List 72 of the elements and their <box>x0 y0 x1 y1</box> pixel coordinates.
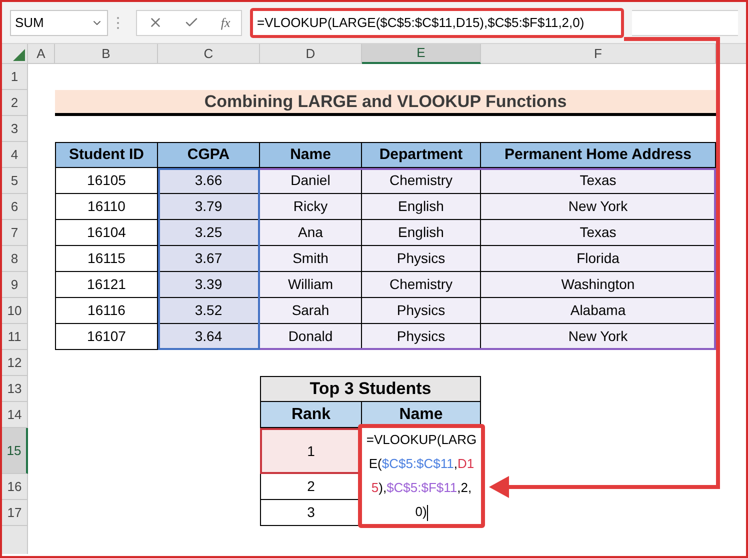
column-heading: Permanent Home Address <box>481 142 716 168</box>
table-cell: New York <box>481 194 716 220</box>
table-cell: 3.67 <box>158 246 260 272</box>
column-heading: Department <box>362 142 481 168</box>
name-box[interactable]: SUM <box>10 10 108 36</box>
table-cell: 16121 <box>55 272 158 298</box>
cell-formula: =VLOOKUP(LARGE($C$5:$C$11,D15),$C$5:$F$11,2,0) <box>366 431 477 523</box>
sheet-title: Combining LARGE and VLOOKUP Functions <box>55 90 716 116</box>
row-header[interactable]: 7 <box>2 220 28 246</box>
table-cell: Physics <box>362 324 481 350</box>
column-header[interactable]: D <box>260 44 362 64</box>
table-cell: Ricky <box>260 194 362 220</box>
table-cell: English <box>362 194 481 220</box>
formula-field[interactable]: =VLOOKUP(LARGE($C$5:$C$11,D15),$C$5:$F$11,2,0) <box>250 8 624 38</box>
row-header[interactable]: 17 <box>2 500 28 526</box>
column-header[interactable]: C <box>158 44 260 64</box>
table-cell: Ana <box>260 220 362 246</box>
table-cell: Donald <box>260 324 362 350</box>
row-header[interactable]: 12 <box>2 350 28 376</box>
row-header[interactable]: 15 <box>2 428 28 474</box>
table-cell: Washington <box>481 272 716 298</box>
editing-cell[interactable]: =VLOOKUP(LARGE($C$5:$C$11,D15),$C$5:$F$11,2,0) <box>358 424 485 528</box>
column-header[interactable]: F <box>481 44 716 64</box>
table-cell: 16110 <box>55 194 158 220</box>
row-header[interactable]: 16 <box>2 474 28 500</box>
table-cell: 3.52 <box>158 298 260 324</box>
row-header[interactable]: 9 <box>2 272 28 298</box>
row-header[interactable]: 13 <box>2 376 28 402</box>
row-header[interactable]: 1 <box>2 64 28 90</box>
row-header[interactable]: 2 <box>2 90 28 116</box>
table-cell: 16115 <box>55 246 158 272</box>
table-cell: Sarah <box>260 298 362 324</box>
table-cell: Texas <box>481 168 716 194</box>
table-cell: 16104 <box>55 220 158 246</box>
row-header[interactable]: 6 <box>2 194 28 220</box>
function-button[interactable]: fx <box>220 12 230 32</box>
row-header[interactable]: 10 <box>2 298 28 324</box>
table-cell: 16116 <box>55 298 158 324</box>
table-cell: English <box>362 220 481 246</box>
row-header[interactable]: 8 <box>2 246 28 272</box>
column-heading: Rank <box>260 402 362 428</box>
row-header[interactable]: 11 <box>2 324 28 350</box>
table-cell: Florida <box>481 246 716 272</box>
select-all-corner[interactable] <box>2 44 28 64</box>
column-header[interactable]: B <box>55 44 158 64</box>
grip-icon <box>116 16 120 30</box>
table-cell: Chemistry <box>362 272 481 298</box>
column-heading: CGPA <box>158 142 260 168</box>
column-heading: Name <box>260 142 362 168</box>
table-cell: Alabama <box>481 298 716 324</box>
table-cell: Physics <box>362 298 481 324</box>
table-cell: Physics <box>362 246 481 272</box>
table-cell: 16105 <box>55 168 158 194</box>
column-header[interactable]: A <box>28 44 55 64</box>
row-header[interactable]: 5 <box>2 168 28 194</box>
table-title: Top 3 Students <box>260 376 481 402</box>
table-cell: 3.39 <box>158 272 260 298</box>
row-header[interactable]: 3 <box>2 116 28 142</box>
table-cell: William <box>260 272 362 298</box>
column-heading: Student ID <box>55 142 158 168</box>
table-cell: 3.79 <box>158 194 260 220</box>
row-header[interactable]: 4 <box>2 142 28 168</box>
table-cell: 3.25 <box>158 220 260 246</box>
column-header[interactable]: E <box>362 44 481 64</box>
table-cell: Texas <box>481 220 716 246</box>
table-cell: New York <box>481 324 716 350</box>
table-cell: 16107 <box>55 324 158 350</box>
table-cell: Chemistry <box>362 168 481 194</box>
table-cell: Smith <box>260 246 362 272</box>
triangle-icon <box>13 49 25 61</box>
row-header[interactable]: 14 <box>2 402 28 428</box>
table-cell: Daniel <box>260 168 362 194</box>
